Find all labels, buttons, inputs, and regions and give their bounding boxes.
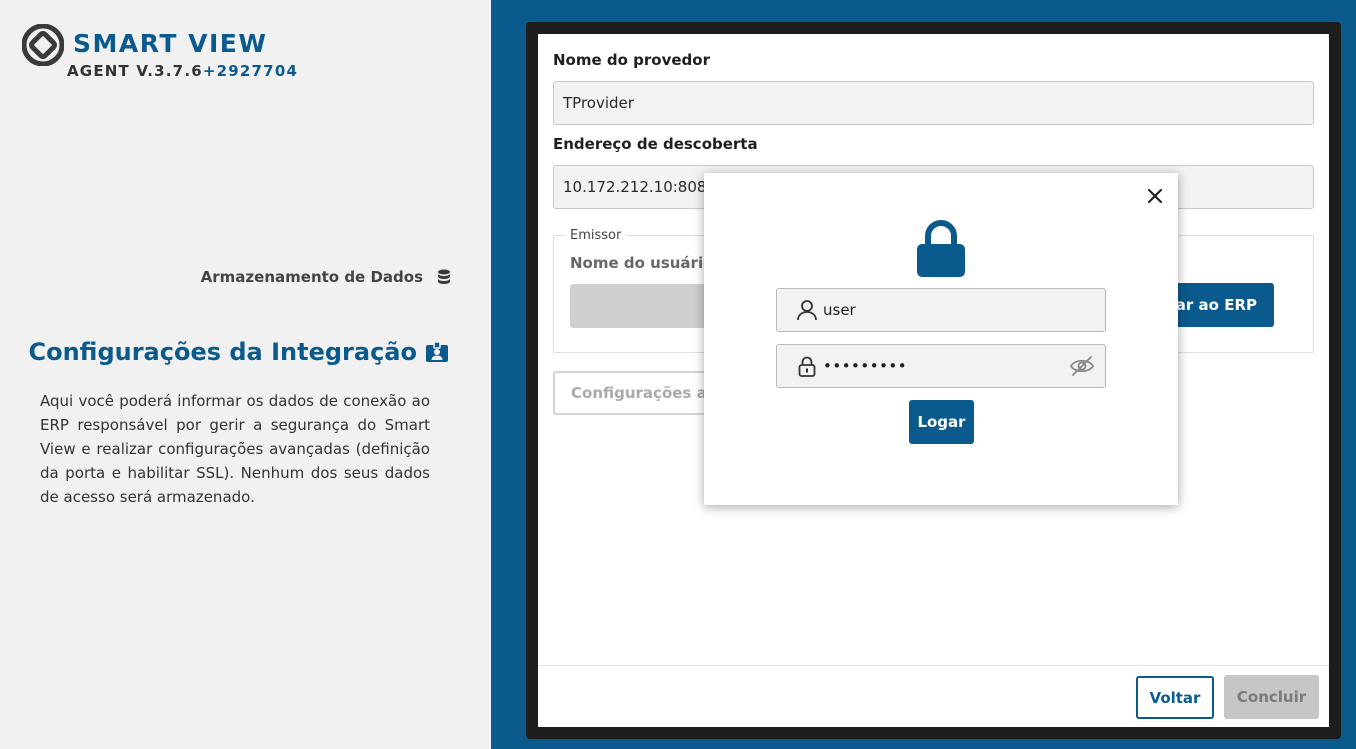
discovery-address-label: Endereço de descoberta (553, 135, 758, 153)
provider-name-field[interactable]: TProvider (553, 81, 1314, 125)
lock-icon (917, 220, 965, 277)
login-button[interactable]: Logar (909, 400, 974, 444)
version-label: AGENT V.3.7.6 (67, 62, 203, 80)
erp-username-field[interactable] (570, 284, 710, 328)
integration-title-text: Configurações da Integração (28, 338, 417, 366)
modal-username-value: user (823, 301, 856, 319)
close-icon[interactable] (1144, 185, 1166, 207)
brand-version: AGENT V.3.7.6+2927704 (67, 62, 298, 80)
provider-name-label: Nome do provedor (553, 51, 710, 69)
integration-step-title: Configurações da Integração (28, 338, 449, 366)
id-badge-icon (426, 341, 448, 362)
modal-password-value: ••••••••• (823, 357, 908, 375)
build-number: +2927704 (202, 62, 299, 80)
brand-title: SMART VIEW (73, 29, 268, 58)
eye-off-icon[interactable] (1069, 355, 1095, 377)
left-panel: SMART VIEW AGENT V.3.7.6+2927704 Armazen… (0, 0, 491, 749)
storage-step: Armazenamento de Dados (201, 268, 451, 286)
modal-username-field[interactable]: user (776, 288, 1106, 332)
user-icon (797, 300, 817, 321)
finish-button[interactable]: Concluir (1224, 675, 1319, 719)
integration-description: Aqui você poderá informar os dados de co… (40, 392, 430, 506)
footer-divider (538, 665, 1329, 666)
database-icon (438, 269, 450, 284)
padlock-icon (798, 356, 816, 377)
modal-password-field[interactable]: ••••••••• (776, 344, 1106, 388)
emitter-legend: Emissor (565, 228, 627, 243)
back-button[interactable]: Voltar (1136, 676, 1214, 719)
smart-view-logo-icon (22, 24, 64, 66)
advanced-settings-button[interactable]: Configurações ava (553, 371, 713, 415)
storage-step-label: Armazenamento de Dados (200, 268, 423, 286)
